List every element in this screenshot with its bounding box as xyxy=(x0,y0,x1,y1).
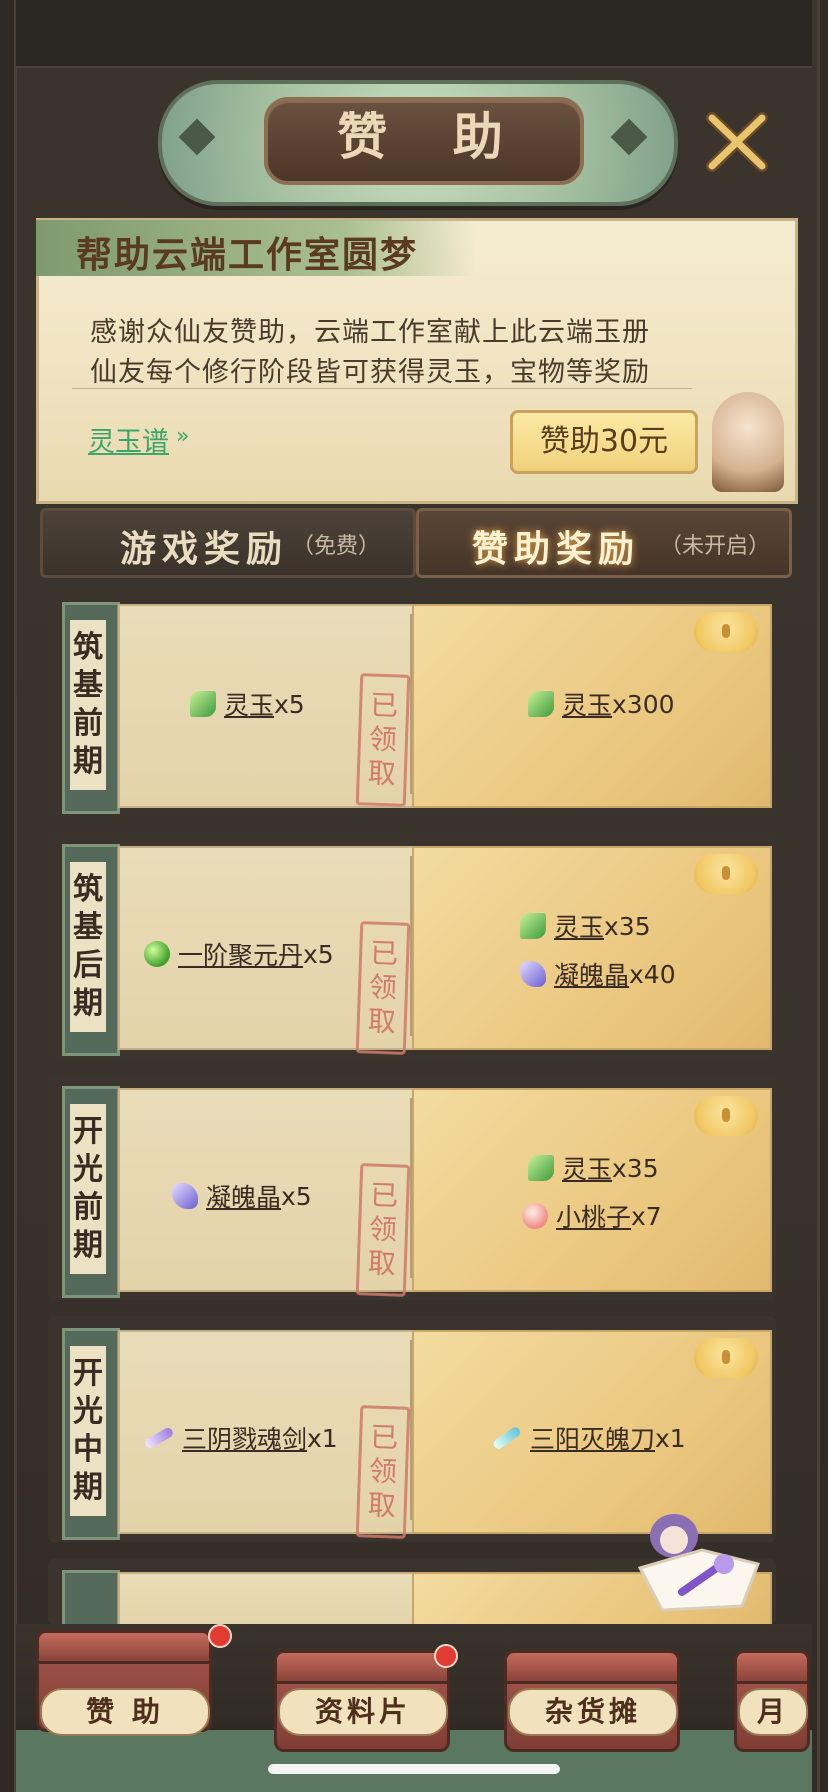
free-reward-cell xyxy=(118,1572,414,1630)
tab-sponsor-rewards-label: 赞助奖励 xyxy=(472,528,641,570)
free-reward-item[interactable]: 三阴戮魂剑 x1 xyxy=(143,1420,338,1456)
sponsor-reward-item[interactable]: 小桃子 x7 xyxy=(522,1198,662,1234)
stage-label: 筑基前期 xyxy=(73,630,103,779)
notification-badge xyxy=(434,1644,458,1668)
double-chevron-right-icon: » xyxy=(176,424,190,449)
free-reward-item[interactable]: 灵玉 x5 xyxy=(190,686,305,722)
close-button[interactable] xyxy=(704,112,770,172)
crystal-icon xyxy=(520,961,546,987)
peach-icon xyxy=(522,1203,548,1229)
jade-icon xyxy=(190,691,216,717)
banner-line-1: 感谢众仙友赞助，云端工作室献上此云端玉册 xyxy=(90,317,650,348)
claimed-stamp: 已领取 xyxy=(355,1163,411,1297)
chest-lid xyxy=(734,1650,810,1684)
reward-row: 开光前期 凝魄晶 x5 已领取 灵玉 x35 小桃子 x7 xyxy=(48,1074,776,1300)
cell-divider xyxy=(410,856,412,1036)
sponsor-reward-item[interactable]: 凝魄晶 x40 xyxy=(520,956,676,992)
helper-avatar-icon xyxy=(637,1514,761,1612)
close-icon xyxy=(706,112,768,172)
tab-game-rewards-label: 游戏奖励 xyxy=(120,528,289,570)
keyhole xyxy=(722,624,730,638)
reward-row: 筑基前期 灵玉 x5 已领取 灵玉 x300 xyxy=(48,590,776,816)
free-reward-item[interactable]: 一阶聚元丹 x5 xyxy=(144,936,334,972)
tab-game-rewards-sub: （免费） xyxy=(292,534,381,559)
chest-lid xyxy=(36,1630,212,1664)
claimed-stamp: 已领取 xyxy=(355,1405,411,1539)
home-indicator[interactable] xyxy=(268,1764,560,1774)
nav-label-monthly: 月 xyxy=(738,1688,808,1736)
stage-label: 开光中期 xyxy=(73,1356,103,1505)
chest-lid xyxy=(504,1650,680,1684)
stage-label: 开光前期 xyxy=(73,1114,103,1263)
page-title: 赞 助 xyxy=(337,107,527,166)
top-bar xyxy=(16,0,812,68)
nav-label-shop: 杂货摊 xyxy=(508,1688,678,1736)
sponsor-reward-item[interactable]: 灵玉 x35 xyxy=(520,908,651,944)
reward-row: 筑基后期 一阶聚元丹 x5 已领取 灵玉 x35 凝魄晶 x40 xyxy=(48,832,776,1058)
blade-icon xyxy=(491,1425,523,1451)
claimed-stamp: 已领取 xyxy=(355,673,411,807)
claimed-stamp: 已领取 xyxy=(355,921,411,1055)
sponsor-reward-item[interactable]: 灵玉 x35 xyxy=(528,1150,659,1186)
cell-divider xyxy=(410,1098,412,1278)
stage-label: 筑基后期 xyxy=(73,872,103,1021)
banner-line-2: 仙友每个修行阶段皆可获得灵玉，宝物等奖励 xyxy=(90,357,650,388)
banner-title: 帮助云端工作室圆梦 xyxy=(76,234,419,276)
nav-label-expansion: 资料片 xyxy=(278,1688,448,1736)
crystal-icon xyxy=(172,1183,198,1209)
floating-helper-button[interactable] xyxy=(637,1510,761,1618)
banner-character-portrait xyxy=(712,392,784,492)
reward-row: 开光中期 三阴戮魂剑 x1 已领取 三阳灭魄刀 x1 xyxy=(48,1316,776,1542)
nav-label-sponsor: 赞 助 xyxy=(40,1688,210,1736)
chest-lid xyxy=(274,1650,450,1684)
keyhole xyxy=(722,1350,730,1364)
free-reward-item[interactable]: 凝魄晶 x5 xyxy=(172,1178,312,1214)
jade-icon xyxy=(528,691,554,717)
jade-guide-link[interactable]: 灵玉谱 xyxy=(88,420,169,459)
cell-divider xyxy=(410,614,412,794)
keyhole xyxy=(722,1108,730,1122)
notification-badge xyxy=(208,1624,232,1648)
keyhole xyxy=(722,866,730,880)
sponsor-reward-item[interactable]: 灵玉 x300 xyxy=(528,686,675,722)
cell-divider xyxy=(410,1340,412,1520)
jade-icon xyxy=(520,913,546,939)
sponsor-30-button[interactable]: 赞助30元 xyxy=(510,410,698,474)
sword-icon xyxy=(143,1426,175,1450)
jade-icon xyxy=(528,1155,554,1181)
banner-divider xyxy=(72,388,692,389)
tab-sponsor-rewards-sub: （未开启） xyxy=(660,534,771,559)
sponsor-reward-item[interactable]: 三阳灭魄刀 x1 xyxy=(491,1420,686,1456)
pill-icon xyxy=(144,941,170,967)
